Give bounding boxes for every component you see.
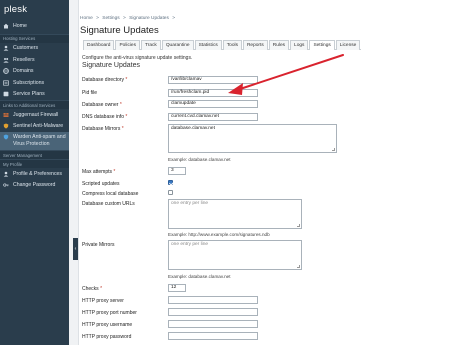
annotation-arrow <box>228 54 344 95</box>
